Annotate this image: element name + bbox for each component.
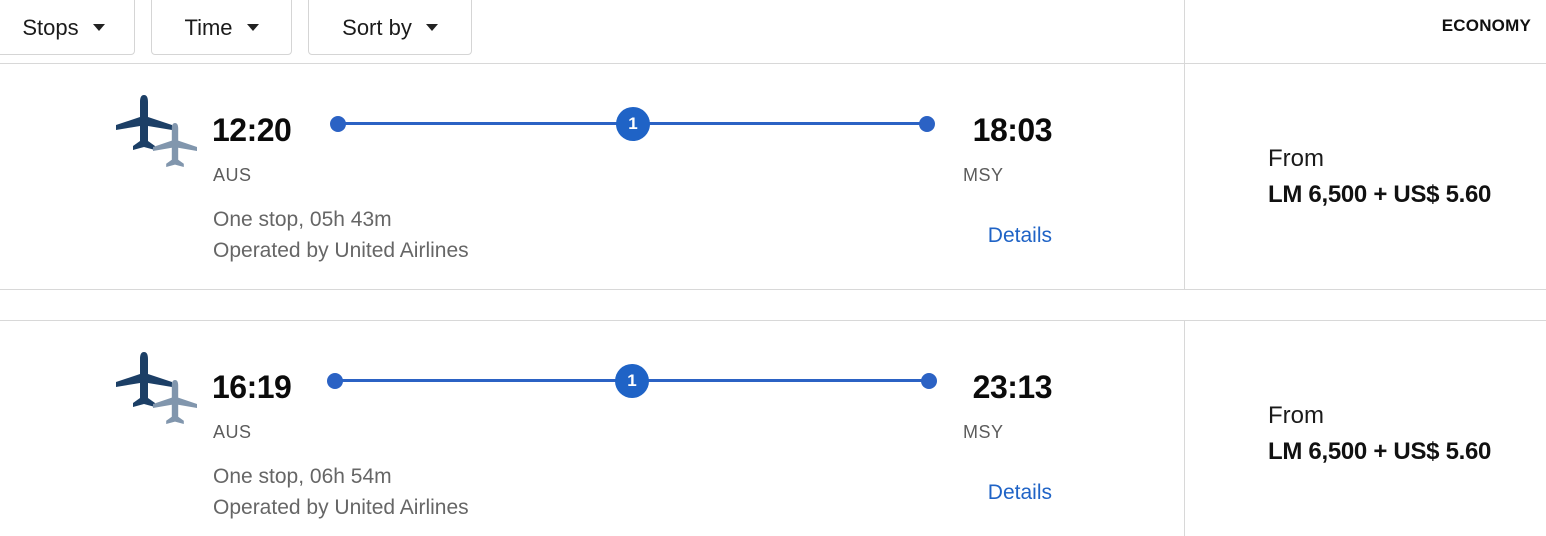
flight-card[interactable]: 16:19 AUS 1 23:13 MSY One stop, 06h 54m … (0, 321, 1546, 536)
time-filter-label: Time (184, 14, 233, 40)
details-link[interactable]: Details (988, 224, 1052, 248)
chevron-down-icon (92, 24, 105, 31)
arrival-time: 18:03 (972, 112, 1053, 148)
details-link[interactable]: Details (988, 481, 1052, 505)
chevron-down-icon (425, 24, 438, 31)
economy-price-button[interactable]: LM 6,500 + US$ 5.60 (1268, 438, 1491, 466)
sort-by-label: Sort by (342, 14, 412, 40)
airline-planes-icon (116, 352, 197, 424)
origin-dot (330, 116, 346, 132)
flight-duration: One stop, 05h 43m (213, 208, 392, 231)
destination-airport: MSY (963, 422, 1004, 442)
operator-info: Operated by United Airlines (213, 239, 469, 262)
destination-airport: MSY (963, 165, 1004, 185)
stops-filter-button[interactable]: Stops (0, 0, 135, 55)
filter-bar: Stops Time Sort by (0, 0, 1184, 63)
flight-duration: One stop, 06h 54m (213, 465, 392, 488)
flight-card[interactable]: 12:20 AUS 1 18:03 MSY One stop, 05h 43m … (0, 64, 1546, 290)
origin-airport: AUS (213, 422, 252, 442)
stop-count-badge: 1 (616, 107, 650, 141)
time-filter-button[interactable]: Time (151, 0, 292, 55)
stops-filter-label: Stops (22, 14, 79, 40)
origin-airport: AUS (213, 165, 252, 185)
cabin-label: ECONOMY (1441, 16, 1531, 35)
stop-count-badge: 1 (615, 364, 649, 398)
destination-dot (921, 373, 937, 389)
airline-planes-icon (116, 95, 197, 167)
arrival-time: 23:13 (972, 369, 1053, 405)
chevron-down-icon (246, 24, 259, 31)
route-line: 1 (327, 364, 937, 398)
operator-info: Operated by United Airlines (213, 496, 469, 519)
departure-time: 16:19 (212, 369, 292, 405)
destination-dot (919, 116, 935, 132)
departure-time: 12:20 (212, 112, 292, 148)
route-line: 1 (330, 107, 935, 141)
flight-results-page: Stops Time Sort by ECONOMY 12:20 AUS 1 1… (0, 0, 1546, 536)
price-prefix: From (1268, 145, 1324, 172)
sort-by-button[interactable]: Sort by (308, 0, 472, 55)
cabin-column-header: ECONOMY (1185, 0, 1546, 63)
economy-price-button[interactable]: LM 6,500 + US$ 5.60 (1268, 181, 1491, 209)
origin-dot (327, 373, 343, 389)
price-prefix: From (1268, 402, 1324, 429)
